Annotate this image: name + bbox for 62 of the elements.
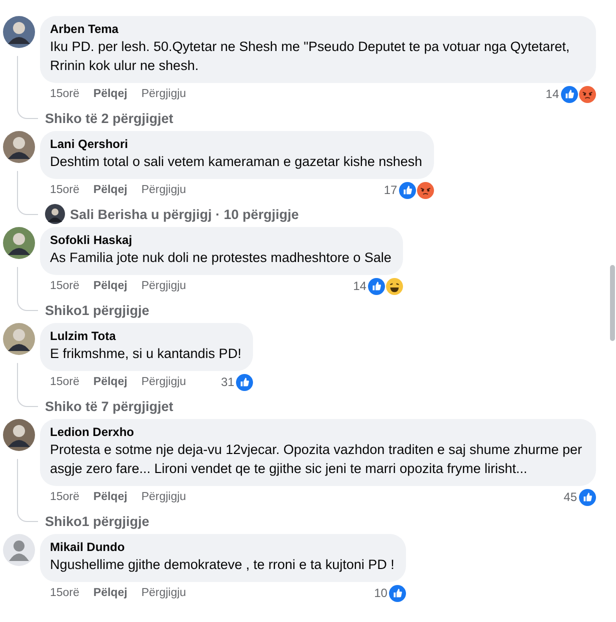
angry-emoji-icon bbox=[579, 86, 596, 102]
like-link[interactable]: Pëlqej bbox=[93, 491, 128, 503]
reaction-count[interactable]: 31 bbox=[220, 375, 234, 389]
avatar bbox=[45, 204, 65, 224]
comment-text: As Familia jote nuk doli ne protestes madheshtore o Sale bbox=[50, 249, 392, 267]
author-name[interactable]: Lani Qershori bbox=[50, 137, 422, 152]
author-name[interactable]: Lulzim Tota bbox=[50, 329, 242, 344]
view-replies-link[interactable]: Shiko1 përgjigje bbox=[45, 302, 150, 318]
like-icon bbox=[236, 374, 254, 390]
view-replies-link[interactable]: Shiko të 2 përgjigjet bbox=[45, 110, 174, 126]
angry-emoji-icon bbox=[417, 182, 434, 198]
reaction-count[interactable]: 14 bbox=[353, 279, 366, 293]
thread-line bbox=[17, 56, 38, 119]
comment-text: Protesta e sotme nje deja-vu 12vjecar. Opozita vazhdon traditen e saj shume zhurme per asgje zero fare... Lironi vendet qe te gjithe sic jeni te marri opozita fryme lirisht... bbox=[50, 441, 584, 478]
avatar[interactable] bbox=[3, 323, 35, 355]
reaction-count[interactable]: 17 bbox=[384, 183, 398, 197]
laughing-emoji-icon bbox=[386, 278, 404, 294]
reply-link[interactable]: Përgjigju bbox=[141, 491, 186, 503]
comment-text: Deshtim total o sali vetem kameraman e gazetar kishe nshesh bbox=[50, 153, 422, 171]
like-icon bbox=[579, 488, 596, 506]
reaction-count[interactable]: 45 bbox=[564, 490, 577, 504]
author-name[interactable]: Ledion Derxho bbox=[50, 425, 584, 440]
timestamp[interactable]: 15orë bbox=[50, 280, 80, 292]
thread-line bbox=[17, 459, 38, 522]
like-link[interactable]: Pëlqej bbox=[93, 184, 128, 196]
thread-line bbox=[17, 171, 38, 215]
comment-text: Ngushellime gjithe demokrateve , te rroni e ta kujtoni PD ! bbox=[50, 556, 394, 574]
like-link[interactable]: Pëlqej bbox=[93, 587, 128, 599]
like-link[interactable]: Pëlqej bbox=[93, 88, 128, 100]
comment-text: Iku PD. per lesh. 50.Qytetar ne Shesh me "Pseudo Deputet te pa votuar nga Qytetaret, Rrinin kok ulur ne shesh. bbox=[50, 38, 571, 75]
avatar[interactable] bbox=[3, 419, 35, 451]
reaction-count[interactable]: 10 bbox=[374, 586, 388, 600]
avatar[interactable] bbox=[3, 227, 35, 259]
like-icon bbox=[368, 278, 386, 294]
avatar[interactable] bbox=[3, 131, 35, 163]
scrollbar-thumb[interactable] bbox=[610, 265, 615, 341]
reply-link[interactable]: Përgjigju bbox=[141, 280, 186, 292]
reply-link[interactable]: Përgjigju bbox=[141, 376, 186, 388]
reaction-count[interactable]: 14 bbox=[546, 87, 559, 101]
reply-link[interactable]: Përgjigju bbox=[141, 587, 186, 599]
reply-link[interactable]: Përgjigju bbox=[141, 88, 186, 100]
timestamp[interactable]: 15orë bbox=[50, 491, 80, 503]
thread-line bbox=[17, 363, 38, 407]
like-icon bbox=[561, 86, 578, 102]
author-name[interactable]: Sofokli Haskaj bbox=[50, 233, 392, 248]
view-replies-link[interactable]: Shiko të 7 përgjigjet bbox=[45, 398, 174, 414]
avatar[interactable] bbox=[3, 16, 35, 48]
author-name[interactable]: Mikail Dundo bbox=[50, 540, 394, 555]
timestamp[interactable]: 15orë bbox=[50, 184, 80, 196]
thread-line bbox=[17, 267, 38, 311]
like-icon bbox=[389, 584, 406, 602]
author-name[interactable]: Arben Tema bbox=[50, 22, 584, 37]
timestamp[interactable]: 15orë bbox=[50, 88, 80, 100]
timestamp[interactable]: 15orë bbox=[50, 587, 80, 599]
comment-text: E frikmshme, si u kantandis PD! bbox=[50, 345, 242, 363]
like-link[interactable]: Pëlqej bbox=[93, 280, 128, 292]
view-replies-link[interactable]: Sali Berisha u përgjigj · 10 përgjigje bbox=[70, 206, 299, 222]
view-replies-link[interactable]: Shiko1 përgjigje bbox=[45, 514, 150, 528]
like-icon bbox=[399, 182, 416, 198]
like-link[interactable]: Pëlqej bbox=[93, 376, 128, 388]
timestamp[interactable]: 15orë bbox=[50, 376, 80, 388]
reply-link[interactable]: Përgjigju bbox=[141, 184, 186, 196]
